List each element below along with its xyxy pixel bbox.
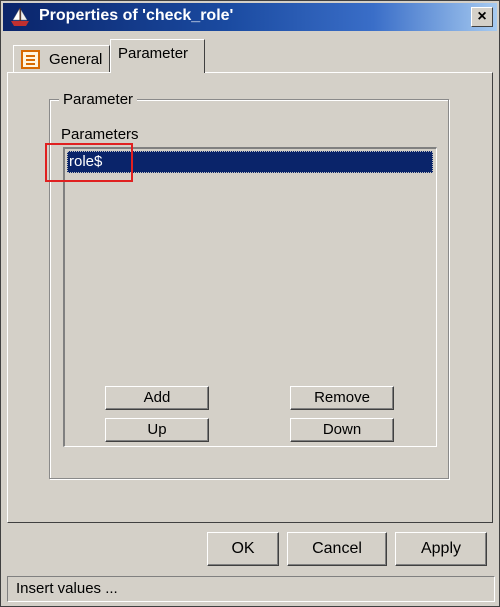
remove-button[interactable]: Remove <box>290 386 394 410</box>
cancel-button[interactable]: Cancel <box>287 532 387 566</box>
tab-general-label: General <box>49 51 103 68</box>
ok-button[interactable]: OK <box>207 532 279 566</box>
close-button[interactable]: × <box>471 7 493 27</box>
tab-parameter-label: Parameter <box>118 45 189 62</box>
apply-button[interactable]: Apply <box>395 532 487 566</box>
close-icon: × <box>477 8 487 25</box>
down-button[interactable]: Down <box>290 418 394 442</box>
groupbox-legend: Parameter <box>59 91 138 108</box>
parameters-label: Parameters <box>61 126 139 143</box>
properties-dialog: Properties of 'check_role' × General Par… <box>0 0 500 607</box>
ship-icon <box>9 7 31 27</box>
title-bar[interactable]: Properties of 'check_role' × <box>3 3 497 31</box>
up-button[interactable]: Up <box>105 418 209 442</box>
tab-parameter[interactable]: Parameter <box>110 39 205 73</box>
status-text: Insert values ... <box>16 580 118 597</box>
status-bar: Insert values ... <box>7 576 495 602</box>
window-title: Properties of 'check_role' <box>39 7 234 24</box>
list-item[interactable]: role$ <box>67 151 433 173</box>
add-button[interactable]: Add <box>105 386 209 410</box>
list-document-icon <box>21 50 40 69</box>
tab-general[interactable]: General <box>13 45 110 73</box>
